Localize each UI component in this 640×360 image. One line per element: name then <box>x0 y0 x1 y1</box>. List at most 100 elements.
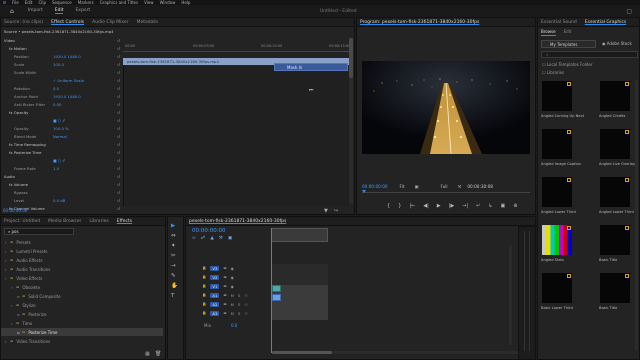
sync-lock-icon[interactable]: ▬ <box>223 293 226 297</box>
my-templates-dropdown[interactable]: My Templates <box>541 40 596 48</box>
mute-button[interactable]: M <box>231 293 234 298</box>
solo-button[interactable]: S <box>238 311 240 316</box>
playhead-icon[interactable] <box>362 190 366 193</box>
tab-metadata[interactable]: Metadata <box>137 20 158 25</box>
reset-icon[interactable]: ↺ <box>117 38 123 43</box>
template-tile[interactable]: Basic Title <box>599 224 639 270</box>
mute-button[interactable]: M <box>231 302 234 307</box>
selection-tool-icon[interactable]: ▶ <box>171 223 178 229</box>
effects-tree-item[interactable]: ▫ ▬ Posterize Time <box>1 328 163 336</box>
timeline-timecode[interactable]: 00:00:00:00 <box>192 228 226 234</box>
razor-icon[interactable]: ✂ <box>171 253 178 259</box>
effects-tree-item[interactable]: › ▬ Video Effects <box>1 274 163 282</box>
program-scrub-bar[interactable] <box>362 190 530 196</box>
lock-icon[interactable]: 🔒 <box>202 284 206 288</box>
tab-libraries[interactable]: Libraries <box>89 219 108 224</box>
settings-icon[interactable]: ⚒ <box>458 184 462 189</box>
effects-tree-item[interactable]: › ▬ Presets <box>1 238 163 246</box>
tab-project-untitled[interactable]: Project: Untitled <box>4 219 40 224</box>
effect-row-value[interactable]: 1920.0 1080.0 <box>53 54 117 59</box>
quality-select[interactable]: Full <box>440 184 447 189</box>
captions-icon[interactable]: ▣ <box>228 236 232 241</box>
add-button-icon[interactable]: ⊕ <box>513 203 517 209</box>
effect-row-value[interactable]: 1.0 <box>53 166 117 171</box>
mix-value[interactable]: 0.0 <box>231 323 237 328</box>
template-tile[interactable]: Basic Title <box>599 272 639 318</box>
timeline-vertical-scroll[interactable] <box>509 245 512 345</box>
share-icon[interactable]: ▢ <box>626 8 632 15</box>
go-to-out-icon[interactable]: →| <box>462 203 468 209</box>
local-templates-checkbox[interactable]: ☐ Local Templates Folder <box>542 62 592 67</box>
tab-sequence[interactable]: pexels-tom-fisk-2361871-3840x2160-30fps <box>189 219 286 224</box>
ripple-edit-icon[interactable]: ✦ <box>171 243 178 249</box>
play-icon[interactable]: ▶ <box>437 203 441 209</box>
program-timecode-left[interactable]: 00:00:00:00 <box>362 184 388 189</box>
audio-clip[interactable] <box>272 294 281 301</box>
lock-icon[interactable]: 🔒 <box>202 293 206 297</box>
eye-icon[interactable]: ◉ <box>231 266 234 271</box>
effects-tree-item[interactable]: › ▬ Lumetri Presets <box>1 247 163 255</box>
subtab-browse[interactable]: Browse <box>541 29 556 36</box>
effect-row-value[interactable]: Normal <box>53 134 117 139</box>
lock-icon[interactable]: 🔒 <box>202 266 206 270</box>
subtab-edit[interactable]: Edit <box>564 29 572 36</box>
effect-scrollbar[interactable] <box>349 38 353 203</box>
effect-row-value[interactable]: 100.0 <box>53 62 117 67</box>
sync-lock-icon[interactable]: ▬ <box>223 311 226 315</box>
type-icon[interactable]: T <box>171 293 178 299</box>
workspace-tab-export[interactable]: Export <box>75 8 90 14</box>
snap-icon[interactable]: ∞ <box>192 236 196 241</box>
effect-row-value[interactable]: 0.00 <box>53 102 117 107</box>
effect-row-value[interactable]: 100.0 % <box>53 126 117 131</box>
effect-row-value[interactable]: ✓ Uniform Scale <box>53 78 117 83</box>
template-tile[interactable]: Angled Credits <box>599 80 639 126</box>
essential-scrollbar[interactable] <box>635 80 638 350</box>
lock-icon[interactable]: 🔒 <box>202 311 206 315</box>
template-tile[interactable]: Angled Lower Third <box>599 176 639 222</box>
effects-tree-item[interactable]: › ▬ Audio Effects <box>1 256 163 264</box>
insert-icon[interactable]: ↵ <box>476 203 480 209</box>
lock-icon[interactable]: 🔒 <box>202 275 206 279</box>
track-select-icon[interactable]: ⇔ <box>171 233 178 239</box>
effects-tree-item[interactable]: › ▬ Video Transitions <box>1 337 163 345</box>
microphone-icon[interactable]: ☉ <box>244 293 247 298</box>
effects-tree-item[interactable]: › ▬ Obsolete <box>1 283 163 291</box>
effect-row-value[interactable]: 0.0 <box>53 86 117 91</box>
tab-media-browser[interactable]: Media Browser <box>48 219 81 224</box>
effects-tree-item[interactable]: ▫ ▬ Posterize <box>1 310 163 318</box>
new-bin-icon[interactable]: ▦ <box>145 351 150 357</box>
add-marker-icon[interactable]: ▲ <box>210 236 213 241</box>
sync-lock-icon[interactable]: ▬ <box>223 266 226 270</box>
overwrite-icon[interactable]: ↳ <box>488 203 492 209</box>
template-tile[interactable]: Angled Coming Up Next <box>541 80 597 126</box>
template-tile[interactable]: Angled Lower Third <box>541 176 597 222</box>
track-name[interactable]: V1 <box>210 283 220 289</box>
mark-in-icon[interactable]: { <box>387 203 390 209</box>
tab-essential-sound[interactable]: Essential Sound <box>541 20 577 25</box>
tab-source-no-clips[interactable]: Source: (no clips) <box>4 20 43 25</box>
lock-icon[interactable]: 🔒 <box>202 302 206 306</box>
template-tile[interactable]: Basic Lower Third <box>541 272 597 318</box>
wrench-icon[interactable]: ⚒ <box>219 236 223 241</box>
tab-program[interactable]: Program: pexels-tom-fisk-2361871-3840x21… <box>360 20 479 25</box>
effect-row-value[interactable]: 0.0 dB <box>53 198 117 203</box>
step-back-icon[interactable]: ◀| <box>423 203 429 209</box>
template-search-input[interactable]: ⌕ <box>541 51 638 58</box>
effects-tree-item[interactable]: › ▬ Audio Transitions <box>1 265 163 273</box>
home-icon[interactable]: ⌂ <box>10 8 14 15</box>
effects-tree-item[interactable]: › ▬ Stylize <box>1 301 163 309</box>
tab-audio-clip-mixer[interactable]: Audio Clip Mixer <box>92 20 128 25</box>
template-tile[interactable]: Angled Live Overlay <box>599 128 639 174</box>
effects-tree-item[interactable]: › ▬ Time <box>1 319 163 327</box>
effect-row-value[interactable]: ■ ○ ✐ <box>53 158 117 163</box>
mark-out-icon[interactable]: } <box>398 203 401 209</box>
workspace-tab-edit[interactable]: Edit <box>54 8 64 14</box>
tab-effects[interactable]: Effects <box>117 219 132 224</box>
sync-lock-icon[interactable]: ▬ <box>223 302 226 306</box>
track-name[interactable]: A1 <box>210 292 220 298</box>
effect-row-value[interactable]: ■ ○ ✐ <box>53 118 117 123</box>
timeline-ruler[interactable] <box>271 228 328 242</box>
effect-controls-timecode[interactable]: 00:00:00:00 <box>3 208 27 213</box>
track-name[interactable]: A2 <box>210 301 220 307</box>
step-forward-icon[interactable]: |▶ <box>449 203 455 209</box>
